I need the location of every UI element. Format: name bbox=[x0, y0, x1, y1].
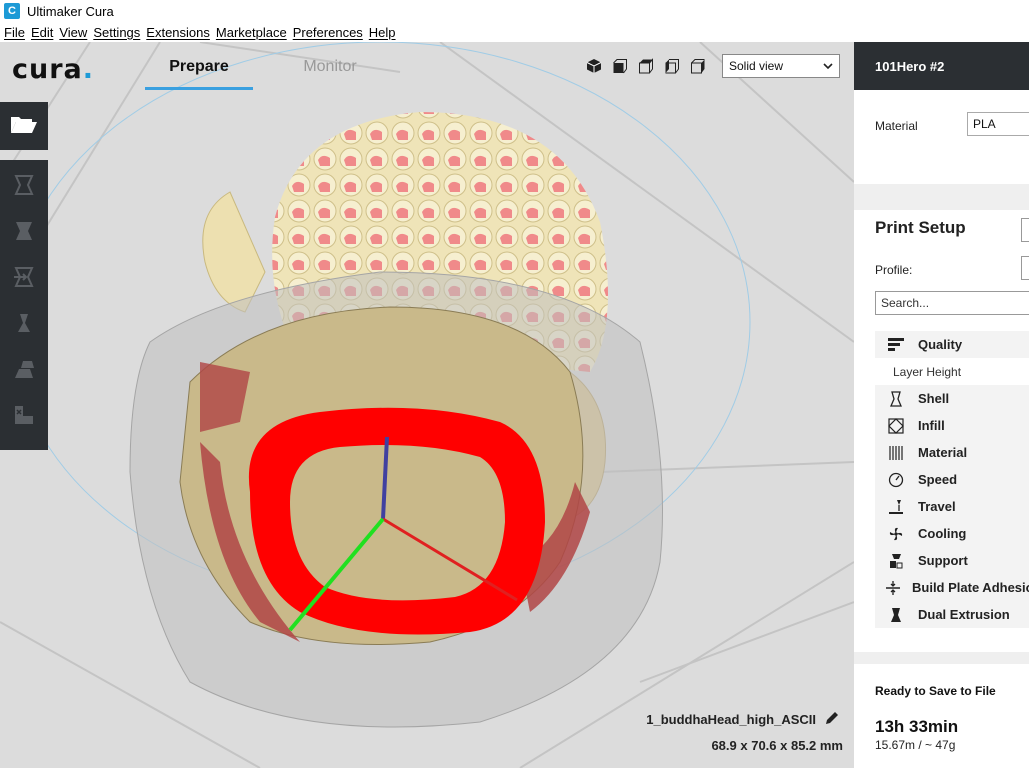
material-dropdown[interactable]: PLA bbox=[967, 112, 1029, 136]
3d-viewport[interactable]: cura. Prepare Monitor Solid view 1_buddh… bbox=[0, 42, 854, 768]
print-setup-title: Print Setup bbox=[875, 218, 966, 237]
speed-icon bbox=[885, 470, 907, 490]
category-label: Shell bbox=[918, 391, 950, 406]
print-time-estimate: 13h 33min bbox=[875, 717, 959, 736]
top-view-icon[interactable] bbox=[636, 56, 656, 76]
tab-monitor[interactable]: Monitor bbox=[276, 56, 384, 90]
right-view-icon[interactable] bbox=[688, 56, 708, 76]
cura-app-icon: C bbox=[4, 3, 20, 19]
quality-icon bbox=[885, 335, 907, 355]
menu-edit[interactable]: Edit bbox=[31, 25, 53, 40]
menu-file[interactable]: File bbox=[4, 25, 25, 40]
right-sidebar: 101Hero #2 Material PLA Print Setup Prof… bbox=[854, 42, 1029, 768]
menu-preferences[interactable]: Preferences bbox=[293, 25, 363, 40]
category-label: Travel bbox=[918, 499, 956, 514]
machine-name: 101Hero #2 bbox=[875, 59, 945, 74]
menu-help[interactable]: Help bbox=[369, 25, 396, 40]
open-file-button[interactable] bbox=[0, 102, 48, 150]
material-usage-estimate: 15.67m / ~ 47g bbox=[875, 738, 956, 752]
folder-open-icon bbox=[10, 113, 38, 140]
settings-search-input[interactable]: Search... bbox=[875, 291, 1029, 315]
support-icon bbox=[885, 551, 907, 571]
left-view-icon[interactable] bbox=[662, 56, 682, 76]
category-label: Build Plate Adhesion bbox=[912, 580, 1029, 595]
print-setup-panel: Print Setup Profile: Search... Quality L… bbox=[854, 210, 1029, 652]
infill-icon bbox=[885, 416, 907, 436]
tab-prepare[interactable]: Prepare bbox=[145, 56, 253, 90]
profile-dropdown[interactable] bbox=[1021, 256, 1029, 280]
machine-selector[interactable]: 101Hero #2 bbox=[854, 42, 1029, 90]
category-label: Speed bbox=[918, 472, 958, 487]
category-material[interactable]: Material bbox=[875, 439, 1029, 466]
view-mode-value: Solid view bbox=[729, 59, 784, 73]
object-name: 1_buddhaHead_high_ASCII bbox=[646, 712, 816, 727]
category-dual-extrusion[interactable]: Dual Extrusion bbox=[875, 601, 1029, 628]
transform-tools bbox=[0, 160, 48, 450]
category-infill[interactable]: Infill bbox=[875, 412, 1029, 439]
buddha-head-model[interactable] bbox=[129, 112, 663, 728]
print-setup-mode-toggle[interactable] bbox=[1021, 218, 1029, 242]
camera-view-buttons bbox=[584, 56, 708, 76]
shell-icon bbox=[885, 389, 907, 409]
material-label: Material bbox=[875, 119, 918, 133]
menu-extensions[interactable]: Extensions bbox=[146, 25, 210, 40]
category-travel[interactable]: Travel bbox=[875, 493, 1029, 520]
adhesion-icon bbox=[885, 578, 901, 598]
front-view-icon[interactable] bbox=[610, 56, 630, 76]
move-icon[interactable] bbox=[10, 168, 38, 202]
chevron-down-icon bbox=[823, 56, 833, 83]
view-mode-dropdown[interactable]: Solid view bbox=[722, 54, 840, 78]
category-build-plate-adhesion[interactable]: Build Plate Adhesion bbox=[875, 574, 1029, 601]
settings-category-list: Quality Layer Height Shell Infill Materi… bbox=[875, 331, 1029, 628]
material-panel: Material PLA bbox=[854, 90, 1029, 184]
window-title: Ultimaker Cura bbox=[27, 3, 114, 19]
menu-view[interactable]: View bbox=[59, 25, 87, 40]
category-support[interactable]: Support bbox=[875, 547, 1029, 574]
cooling-icon bbox=[885, 524, 907, 544]
support-blocker-icon[interactable] bbox=[10, 398, 38, 432]
menu-settings[interactable]: Settings bbox=[93, 25, 140, 40]
category-label: Quality bbox=[918, 337, 963, 352]
category-label: Support bbox=[918, 553, 968, 568]
setting-layer-height[interactable]: Layer Height bbox=[875, 358, 1029, 385]
menu-marketplace[interactable]: Marketplace bbox=[216, 25, 287, 40]
setting-label: Layer Height bbox=[893, 364, 962, 379]
per-model-settings-icon[interactable] bbox=[10, 352, 38, 386]
window-titlebar: C Ultimaker Cura bbox=[0, 0, 1029, 22]
menu-bar: File Edit View Settings Extensions Marke… bbox=[0, 22, 1029, 42]
3d-scene[interactable] bbox=[0, 42, 854, 768]
material-icon bbox=[885, 443, 907, 463]
category-label: Dual Extrusion bbox=[918, 607, 1010, 622]
3d-view-icon[interactable] bbox=[584, 56, 604, 76]
category-cooling[interactable]: Cooling bbox=[875, 520, 1029, 547]
profile-label: Profile: bbox=[875, 263, 913, 277]
cura-logo: cura. bbox=[12, 54, 95, 85]
rotate-icon[interactable] bbox=[10, 260, 38, 294]
category-quality[interactable]: Quality bbox=[875, 331, 1029, 358]
left-toolbar bbox=[0, 102, 48, 450]
dual-extrusion-icon bbox=[885, 605, 907, 625]
category-speed[interactable]: Speed bbox=[875, 466, 1029, 493]
mirror-icon[interactable] bbox=[10, 306, 38, 340]
travel-icon bbox=[885, 497, 907, 517]
save-status-text: Ready to Save to File bbox=[875, 684, 996, 698]
print-status-panel: Ready to Save to File 13h 33min 15.67m /… bbox=[854, 664, 1029, 768]
category-label: Cooling bbox=[918, 526, 967, 541]
scale-icon[interactable] bbox=[10, 214, 38, 248]
category-shell[interactable]: Shell bbox=[875, 385, 1029, 412]
pencil-icon[interactable] bbox=[824, 710, 840, 731]
category-label: Infill bbox=[918, 418, 945, 433]
object-dimensions: 68.9 x 70.6 x 85.2 mm bbox=[711, 738, 843, 753]
category-label: Material bbox=[918, 445, 968, 460]
